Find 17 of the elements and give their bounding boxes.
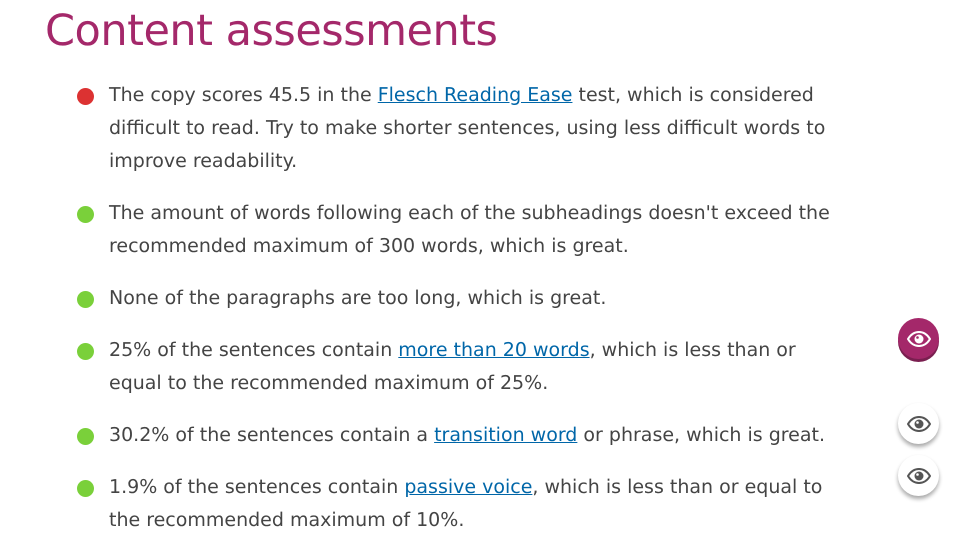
assessment-text: None of the paragraphs are too long, which is great. xyxy=(109,286,608,311)
assessment-text: 25% of the sentences contain more than 20 words, which is less than or equal to the recommended maximum of 25%. xyxy=(109,338,797,396)
eye-icon xyxy=(906,468,930,484)
assessment-link[interactable]: Flesch Reading Ease xyxy=(378,84,572,106)
assessment-link[interactable]: more than 20 words xyxy=(398,339,590,361)
assessment-text: The copy scores 45.5 in the Flesch Reading Ease test, which is considered difficult to read. Try to make shorter sentences, using less difficult words to improve readability. xyxy=(109,83,826,174)
assessment-link[interactable]: passive voice xyxy=(404,476,532,498)
highlight-button[interactable] xyxy=(898,403,939,444)
assessment-text: 30.2% of the sentences contain a transition word or phrase, which is great. xyxy=(109,423,826,448)
assessment-link[interactable]: transition word xyxy=(434,424,578,446)
section-title: Content assessments xyxy=(44,5,498,58)
highlight-button[interactable] xyxy=(898,318,939,359)
eye-icon xyxy=(906,416,930,432)
highlight-button[interactable] xyxy=(898,455,939,496)
assessment-text: 1.9% of the sentences contain passive voice, which is less than or equal to the recommended maximum of 10%. xyxy=(109,475,824,533)
assessment-text: The amount of words following each of the subheadings doesn't exceed the recommended maximum of 300 words, which is great. xyxy=(109,201,831,259)
eye-icon xyxy=(906,330,930,346)
